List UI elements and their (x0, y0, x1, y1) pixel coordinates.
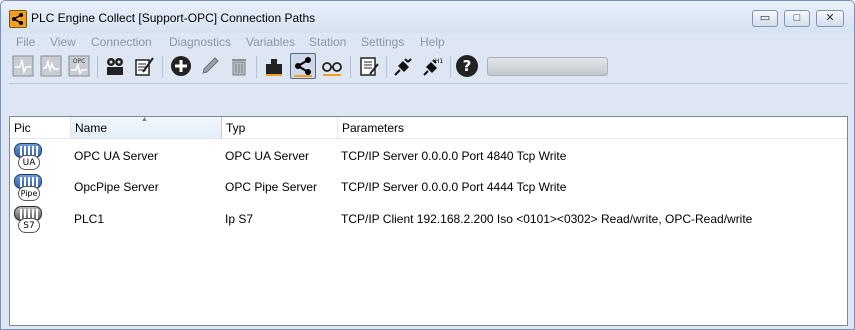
edit-list-icon (135, 57, 154, 76)
puzzle-icon (266, 59, 282, 76)
toolbar-separator (162, 56, 163, 78)
app-window: PLC Engine Collect [Support-OPC] Connect… (0, 0, 855, 330)
menu-connection[interactable]: Connection (91, 35, 152, 49)
table-row[interactable]: UA OPC UA Server OPC UA Server TCP/IP Se… (10, 141, 847, 172)
column-header-typ[interactable]: Typ (222, 117, 338, 138)
pic-label: S7 (18, 218, 40, 233)
minimize-button[interactable]: ▭ (752, 10, 778, 27)
column-header-parameters[interactable]: Parameters (338, 117, 847, 138)
edit-button[interactable] (197, 53, 223, 79)
trash-icon (232, 59, 246, 76)
status-strip (9, 83, 848, 98)
row-typ: Ip S7 (225, 212, 254, 226)
menu-settings[interactable]: Settings (361, 35, 404, 49)
row-name: OpcPipe Server (74, 180, 159, 194)
toolbar-separator (256, 56, 257, 78)
film-icon (107, 58, 123, 75)
list-edit-button[interactable] (356, 53, 382, 79)
table-header: Pic ▲ Name Typ Parameters (10, 116, 847, 139)
list-edit-icon (360, 57, 379, 76)
toolbar-separator (450, 56, 451, 78)
opc-pipe-server-icon: Pipe (14, 174, 44, 202)
h1-label: H1 (435, 58, 444, 65)
opc-label: OPC (73, 58, 86, 65)
menu-station[interactable]: Station (309, 35, 346, 49)
help-glyph: ? (463, 57, 472, 75)
row-name: OPC UA Server (74, 149, 159, 163)
row-typ: OPC Pipe Server (225, 180, 318, 194)
menu-file[interactable]: File (16, 35, 35, 49)
row-parameters: TCP/IP Server 0.0.0.0 Port 4840 Tcp Writ… (341, 149, 567, 163)
opc-ua-server-icon: UA (14, 143, 44, 171)
plug-icon (394, 58, 412, 76)
menu-view[interactable]: View (50, 35, 76, 49)
glasses-icon (322, 62, 342, 76)
toolbar: OPC H1 ? (10, 53, 853, 83)
row-parameters: TCP/IP Client 192.168.2.200 Iso <0101><0… (341, 212, 753, 226)
connect-button[interactable] (391, 53, 417, 79)
pic-label: UA (18, 155, 40, 170)
connection-paths-button[interactable] (290, 53, 316, 79)
signal-zigzag-icon (40, 55, 62, 77)
add-icon (171, 56, 191, 76)
s7-plc-icon: S7 (14, 206, 44, 234)
connect-h1-button[interactable]: H1 (420, 53, 446, 79)
puzzle-button[interactable] (261, 53, 287, 79)
pic-label: Pipe (18, 186, 40, 201)
maximize-button[interactable]: □ (784, 10, 810, 27)
row-parameters: TCP/IP Server 0.0.0.0 Port 4444 Tcp Writ… (341, 180, 567, 194)
film-button[interactable] (102, 53, 128, 79)
signal-button[interactable] (10, 53, 36, 79)
menu-diagnostics[interactable]: Diagnostics (169, 35, 231, 49)
row-typ: OPC UA Server (225, 149, 310, 163)
column-header-name-label: Name (75, 121, 108, 135)
add-button[interactable] (168, 53, 194, 79)
close-button[interactable]: ✕ (816, 10, 844, 27)
toolbar-separator (386, 56, 387, 78)
column-header-pic[interactable]: Pic (10, 117, 71, 138)
sort-ascending-icon: ▲ (141, 116, 148, 123)
pencil-icon (202, 57, 219, 74)
toolbar-separator (350, 56, 351, 78)
close-icon: ✕ (825, 12, 835, 24)
minimize-icon: ▭ (759, 12, 771, 24)
toolbar-separator (97, 56, 98, 78)
row-name: PLC1 (74, 212, 105, 226)
help-button[interactable]: ? (454, 53, 480, 79)
maximize-icon: □ (793, 12, 801, 24)
menu-variables[interactable]: Variables (246, 35, 295, 49)
view-button[interactable] (319, 53, 345, 79)
table-row[interactable]: S7 PLC1 Ip S7 TCP/IP Client 192.168.2.20… (10, 204, 847, 235)
delete-button[interactable] (226, 53, 252, 79)
opc-signal-icon: OPC (68, 55, 90, 77)
share-icon (294, 57, 312, 77)
menu-help[interactable]: Help (420, 35, 445, 49)
opc-signal-button[interactable]: OPC (66, 53, 92, 79)
progress-bar (487, 57, 608, 76)
plug-h1-icon: H1 (423, 58, 444, 76)
column-header-name[interactable]: ▲ Name (71, 116, 222, 138)
title-bar[interactable]: PLC Engine Collect [Support-OPC] Connect… (1, 1, 854, 33)
app-share-icon[interactable] (9, 10, 27, 28)
help-icon: ? (456, 55, 478, 77)
table-row[interactable]: Pipe OpcPipe Server OPC Pipe Server TCP/… (10, 172, 847, 203)
connection-table: Pic ▲ Name Typ Parameters UA OPC UA Serv… (9, 116, 848, 326)
signal-icon (12, 55, 34, 77)
signal-zigzag-button[interactable] (38, 53, 64, 79)
menu-bar: File View Connection Diagnostics Variabl… (1, 33, 854, 52)
edit-list-button[interactable] (131, 53, 157, 79)
window-title: PLC Engine Collect [Support-OPC] Connect… (31, 11, 316, 25)
